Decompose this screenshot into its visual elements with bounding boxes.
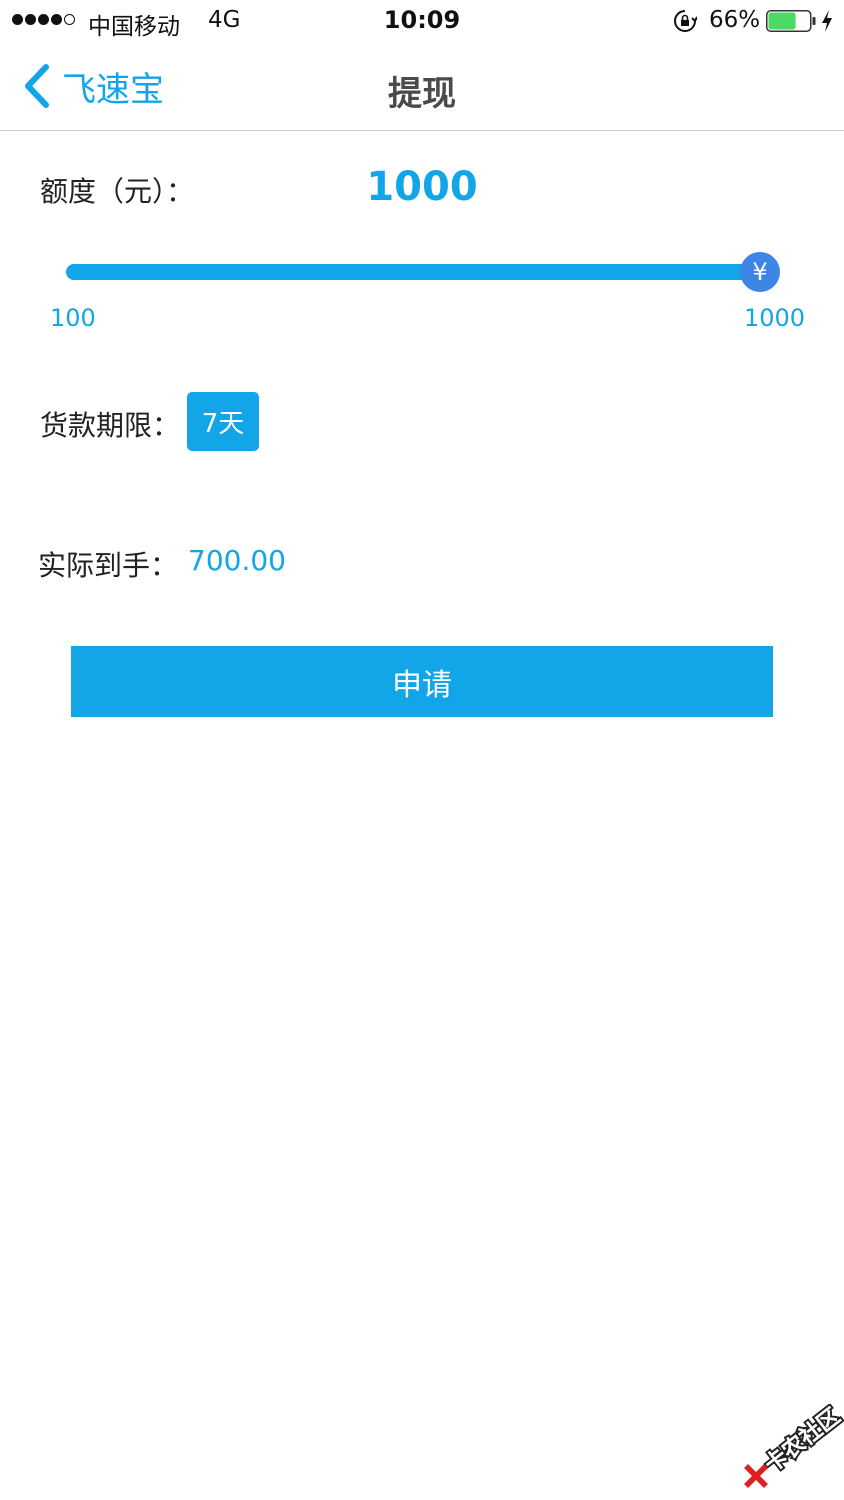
rotation-lock-icon [674, 10, 697, 32]
svg-text:卡农社区: 卡农社区 [760, 1404, 844, 1478]
battery-icon [766, 10, 816, 32]
actual-received-value: 700.00 [188, 544, 286, 577]
watermark-logo: 卡农社区 卡农社区 [744, 1404, 844, 1488]
actual-received-label: 实际到手： [38, 549, 179, 582]
battery-percent: 66% [709, 7, 761, 33]
amount-slider-track[interactable] [66, 264, 766, 280]
slider-min-label: 100 [50, 304, 96, 332]
charging-icon [822, 10, 832, 32]
yuan-icon: ¥ [752, 258, 768, 286]
term-option-7-days[interactable]: 7天 [187, 392, 259, 451]
amount-slider-handle[interactable]: ¥ [740, 252, 780, 292]
status-bar: 中国移动 4G 10:09 66% [0, 0, 844, 42]
amount-value: 1000 [366, 164, 478, 210]
loan-term-label: 货款期限： [40, 409, 181, 442]
navigation-bar: 飞速宝 提现 [0, 42, 844, 131]
amount-label: 额度（元）： [40, 175, 195, 208]
page-title: 提现 [388, 74, 456, 114]
apply-button[interactable]: 申请 [71, 646, 773, 717]
slider-max-label: 1000 [744, 304, 806, 332]
withdraw-screen: 中国移动 4G 10:09 66% 飞速宝 提现 额度（元）： 1000 ¥ 1… [0, 0, 844, 1500]
